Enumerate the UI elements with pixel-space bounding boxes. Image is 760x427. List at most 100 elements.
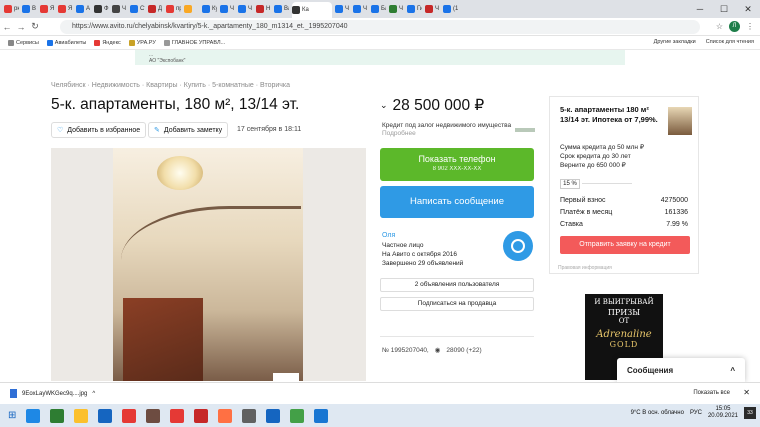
taskbar-app-icon[interactable]	[290, 408, 305, 423]
tab-favicon-icon	[238, 5, 246, 13]
tab-favicon-icon	[112, 5, 120, 13]
browser-tab[interactable]: Ва	[274, 2, 289, 16]
legal-info-link[interactable]: Правовая информация	[558, 265, 612, 271]
write-message-button[interactable]: Написать сообщение	[380, 186, 534, 218]
show-all-downloads[interactable]: Показать все	[693, 390, 730, 396]
notifications-badge[interactable]: 33	[744, 407, 756, 419]
credit-more-link[interactable]: Подробнее	[382, 130, 416, 137]
tab-favicon-icon	[425, 5, 433, 13]
other-bookmarks[interactable]: Другие закладки	[654, 39, 696, 45]
tab-label: Ч	[399, 6, 403, 12]
promo-banner[interactable]: ... АО "Экспобанк"	[135, 50, 625, 65]
weather-status[interactable]: 9°C В осн. облачно	[631, 410, 684, 416]
taskbar-app-icon[interactable]	[122, 408, 137, 423]
subscribe-button[interactable]: Подписаться на продавца	[380, 297, 534, 311]
bookmark-flights[interactable]: Авиабилеты	[46, 39, 86, 46]
browser-tab[interactable]: Ч	[112, 2, 127, 16]
yandex-icon	[94, 39, 101, 46]
taskbar-app-icon[interactable]	[218, 408, 233, 423]
browser-tab[interactable]: А	[76, 2, 91, 16]
taskbar-app-icon[interactable]	[266, 408, 281, 423]
maximize-button[interactable]: ☐	[712, 0, 736, 18]
tab-label: пр	[176, 6, 181, 12]
mortgage-thumbnail	[668, 107, 692, 135]
down-payment-slider[interactable]	[582, 183, 632, 184]
back-icon[interactable]: ←	[0, 22, 14, 32]
breadcrumb[interactable]: Челябинск · Недвижимость · Квартиры · Ку…	[51, 82, 290, 89]
chevron-up-icon[interactable]: ^	[730, 366, 735, 375]
browser-tab[interactable]: Ги	[407, 2, 422, 16]
add-note-button[interactable]: ✎ Добавить заметку	[148, 122, 229, 138]
browser-tab[interactable]: Ч	[389, 2, 404, 16]
browser-tab[interactable]: (1	[443, 2, 458, 16]
chevron-down-icon[interactable]: ⌄	[380, 100, 388, 111]
browser-tab[interactable]: рк	[4, 2, 19, 16]
seller-avatar[interactable]	[503, 231, 533, 261]
user-ads-button[interactable]: 2 объявления пользователя	[380, 278, 534, 292]
add-favorite-button[interactable]: ♡ Добавить в избранное	[51, 122, 147, 138]
tab-label: Ч	[230, 6, 234, 12]
bookmark-services[interactable]: Сервисы	[8, 39, 39, 46]
windows-start-icon[interactable]: ⊞	[8, 410, 16, 421]
browser-tab[interactable]: Н	[256, 2, 271, 16]
tab-label: (1	[453, 6, 458, 12]
browser-tab[interactable]: Ч	[425, 2, 440, 16]
show-phone-button[interactable]: Показать телефон 8 902 XXX-XX-XX	[380, 148, 534, 181]
browser-tab[interactable]: Ба	[371, 2, 386, 16]
browser-tab[interactable]: Ч	[220, 2, 235, 16]
minimize-button[interactable]: ─	[688, 0, 712, 18]
browser-tab[interactable]	[184, 2, 199, 16]
browser-tab[interactable]: В	[22, 2, 37, 16]
tab-favicon-icon	[292, 6, 300, 14]
price-value: 28 500 000 ₽	[392, 97, 485, 114]
menu-icon[interactable]: ⋮	[746, 22, 754, 31]
bookmark-main-admin[interactable]: ГЛАВНОЕ УПРАВЛ...	[163, 39, 225, 46]
browser-tab[interactable]: Я	[58, 2, 73, 16]
taskbar-app-icon[interactable]	[50, 408, 65, 423]
bookmark-ura[interactable]: УРА.РУ	[128, 39, 156, 46]
bookmark-yandex[interactable]: Яндекс	[94, 39, 121, 46]
browser-tab[interactable]: Я	[40, 2, 55, 16]
taskbar-app-icon[interactable]	[242, 408, 257, 423]
chevron-up-icon[interactable]: ^	[92, 391, 95, 397]
tab-label: В	[32, 6, 37, 12]
tab-favicon-icon	[389, 5, 397, 13]
browser-tab[interactable]: Ч	[238, 2, 253, 16]
forward-icon[interactable]: →	[14, 22, 28, 32]
close-downloads-icon[interactable]: ✕	[743, 388, 750, 397]
seller-name[interactable]: Оля	[382, 232, 395, 239]
taskbar-app-icon[interactable]	[194, 408, 209, 423]
taskbar-app-icon[interactable]	[26, 408, 41, 423]
messages-widget[interactable]: Сообщения ^	[617, 358, 745, 382]
down-payment-select[interactable]: 15 %	[560, 179, 580, 189]
reload-icon[interactable]: ↻	[28, 21, 42, 32]
url-field[interactable]: https://www.avito.ru/chelyabinsk/kvartir…	[60, 20, 700, 34]
avatar-ring-icon	[511, 239, 525, 253]
browser-tab[interactable]: Д	[148, 2, 163, 16]
star-icon[interactable]: ☆	[716, 22, 723, 31]
reading-list[interactable]: Список для чтения	[706, 39, 754, 45]
browser-tab[interactable]: Ф	[94, 2, 109, 16]
download-item[interactable]: 9EoxLayWKGec9q....jpg ^	[10, 389, 120, 398]
system-tray: 9°C В осн. облачно РУС 15:05 20.09.2021 …	[631, 406, 756, 420]
photo-image	[113, 148, 303, 381]
publish-date: 17 сентября в 18:11	[237, 126, 302, 133]
browser-tab[interactable]: Ч	[353, 2, 368, 16]
send-credit-request-button[interactable]: Отправить заявку на кредит	[560, 236, 690, 254]
browser-tab[interactable]: Ст	[130, 2, 145, 16]
close-window-button[interactable]: ✕	[736, 0, 760, 18]
browser-tab[interactable]: Ку	[202, 2, 217, 16]
taskbar-app-icon[interactable]	[314, 408, 329, 423]
taskbar-app-icon[interactable]	[146, 408, 161, 423]
browser-tab[interactable]: Ч	[335, 2, 350, 16]
browser-tab[interactable]: Ка	[292, 2, 332, 18]
browser-tab[interactable]: пр	[166, 2, 181, 16]
taskbar-app-icon[interactable]	[170, 408, 185, 423]
tab-favicon-icon	[4, 5, 12, 13]
taskbar-app-icon[interactable]	[98, 408, 113, 423]
language-indicator[interactable]: РУС	[690, 410, 702, 416]
clock[interactable]: 15:05 20.09.2021	[708, 406, 738, 420]
taskbar-app-icon[interactable]	[74, 408, 89, 423]
listing-photo[interactable]	[51, 148, 366, 381]
profile-avatar[interactable]: Л	[729, 21, 740, 32]
